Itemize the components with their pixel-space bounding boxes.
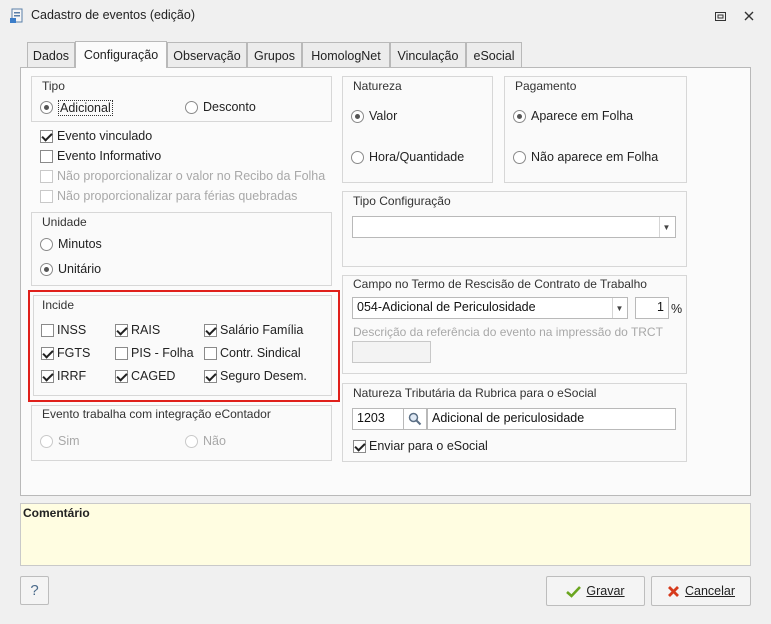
label-hora-quantidade[interactable]: Hora/Quantidade: [369, 150, 464, 164]
label-nao-proporcionalizar-recibo: Não proporcionalizar o valor no Recibo d…: [57, 169, 326, 183]
search-icon[interactable]: [404, 408, 427, 430]
label-minutos[interactable]: Minutos: [58, 237, 102, 251]
label-nao-aparece-em-folha[interactable]: Não aparece em Folha: [531, 150, 658, 164]
natureza-title: Natureza: [353, 79, 402, 93]
radio-valor[interactable]: [351, 110, 364, 123]
radio-desconto[interactable]: [185, 101, 198, 114]
checkbox-nao-proporcionalizar-ferias: [40, 190, 53, 203]
check-icon: [566, 585, 582, 598]
save-label: Gravar: [586, 584, 625, 598]
tipo-configuracao-select[interactable]: [352, 216, 676, 238]
comment-area[interactable]: [20, 503, 751, 566]
rescisao-select-value: 054-Adicional de Periculosidade: [357, 300, 536, 314]
tab-observacao[interactable]: Observação: [167, 42, 247, 68]
tab-dados[interactable]: Dados: [27, 42, 75, 68]
radio-hora-quantidade[interactable]: [351, 151, 364, 164]
chevron-down-icon[interactable]: ▼: [659, 217, 673, 237]
label-nao-proporcionalizar-ferias: Não proporcionalizar para férias quebrad…: [57, 189, 298, 203]
rescisao-percent-input[interactable]: 1: [635, 297, 669, 319]
label-desconto[interactable]: Desconto: [203, 100, 256, 114]
label-econtador-nao: Não: [203, 434, 226, 448]
radio-aparece-em-folha[interactable]: [513, 110, 526, 123]
label-econtador-sim: Sim: [58, 434, 80, 448]
tributaria-code-input[interactable]: 1203: [352, 408, 404, 430]
rescisao-title: Campo no Termo de Rescisão de Contrato d…: [353, 277, 647, 291]
econtador-title: Evento trabalha com integração eContador: [42, 407, 271, 421]
cancel-button[interactable]: Cancelar: [651, 576, 751, 606]
comment-label: Comentário: [23, 506, 90, 520]
cancel-x-icon: [667, 585, 679, 597]
save-button[interactable]: Gravar: [546, 576, 645, 606]
close-icon[interactable]: [740, 8, 758, 24]
tributaria-description: Adicional de periculosidade: [427, 408, 676, 430]
chevron-down-icon[interactable]: ▼: [612, 298, 626, 318]
pagamento-title: Pagamento: [515, 79, 577, 93]
radio-econtador-nao: [185, 435, 198, 448]
label-unitario[interactable]: Unitário: [58, 262, 101, 276]
checkbox-evento-vinculado[interactable]: [40, 130, 53, 143]
tipo-configuracao-title: Tipo Configuração: [353, 194, 451, 208]
cancel-label: Cancelar: [684, 584, 736, 598]
label-valor[interactable]: Valor: [369, 109, 397, 123]
label-evento-informativo[interactable]: Evento Informativo: [57, 149, 161, 163]
incide-highlight-box: [28, 290, 340, 402]
label-evento-vinculado[interactable]: Evento vinculado: [57, 129, 152, 143]
tab-homolognet[interactable]: HomologNet: [302, 42, 390, 68]
label-enviar-esocial[interactable]: Enviar para o eSocial: [369, 439, 488, 453]
checkbox-nao-proporcionalizar-recibo: [40, 170, 53, 183]
rescisao-desc-input: [352, 341, 431, 363]
tipo-title: Tipo: [42, 79, 65, 93]
tab-esocial[interactable]: eSocial: [466, 42, 522, 68]
help-button[interactable]: ?: [20, 576, 49, 605]
checkbox-evento-informativo[interactable]: [40, 150, 53, 163]
unidade-title: Unidade: [42, 215, 87, 229]
tab-grupos[interactable]: Grupos: [247, 42, 302, 68]
radio-econtador-sim: [40, 435, 53, 448]
window-title: Cadastro de eventos (edição): [31, 8, 195, 22]
radio-nao-aparece-em-folha[interactable]: [513, 151, 526, 164]
restore-icon[interactable]: [711, 8, 729, 24]
label-adicional[interactable]: Adicional: [58, 100, 113, 116]
radio-unitario[interactable]: [40, 263, 53, 276]
radio-minutos[interactable]: [40, 238, 53, 251]
rescisao-select[interactable]: 054-Adicional de Periculosidade: [352, 297, 628, 319]
tributaria-title: Natureza Tributária da Rubrica para o eS…: [353, 386, 597, 400]
label-aparece-em-folha[interactable]: Aparece em Folha: [531, 109, 633, 123]
radio-adicional[interactable]: [40, 101, 53, 114]
percent-sign: %: [671, 302, 683, 316]
checkbox-enviar-esocial[interactable]: [353, 440, 366, 453]
form-app-icon: [9, 8, 25, 24]
tab-configuracao[interactable]: Configuração: [75, 41, 167, 68]
help-icon: ?: [30, 582, 39, 599]
rescisao-desc-label: Descrição da referência do evento na imp…: [353, 325, 663, 339]
tab-vinculacao[interactable]: Vinculação: [390, 42, 466, 68]
